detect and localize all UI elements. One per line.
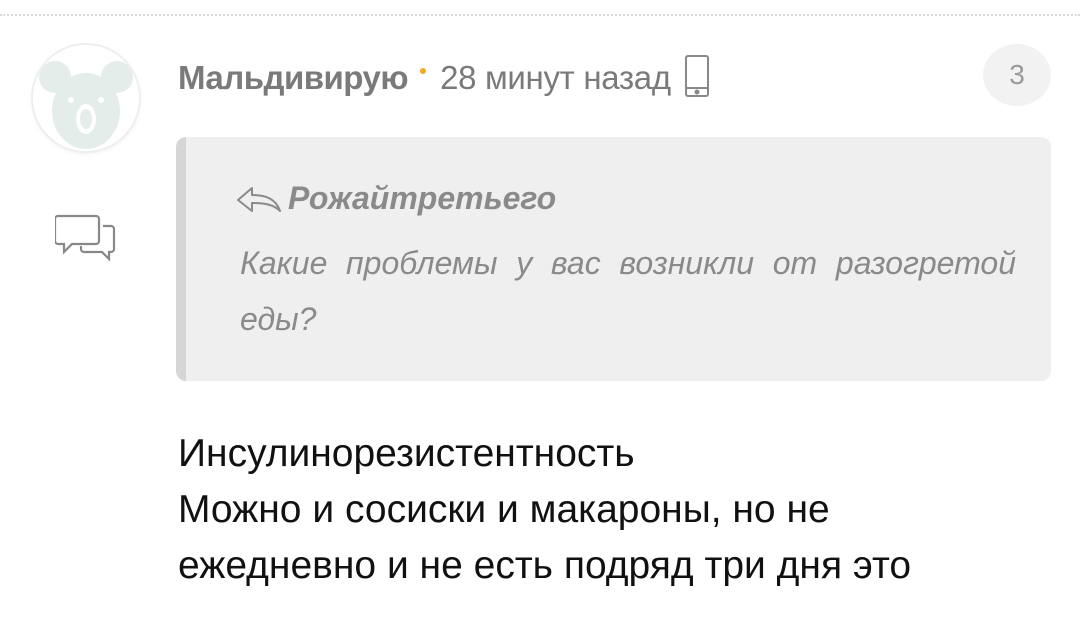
author-name[interactable]: Мальдивирую bbox=[178, 59, 409, 97]
comment-timestamp[interactable]: 28 минут назад bbox=[440, 59, 671, 97]
separator-dot bbox=[420, 68, 427, 74]
quote-text: Какие проблемы у вас возникли от разогре… bbox=[240, 245, 1016, 337]
comment-header: Мальдивирую 28 минут назад bbox=[178, 54, 711, 103]
comment-body: Инсулинорезистентность Можно и сосиски и… bbox=[178, 426, 1058, 594]
quote-author: Рожайтретьего bbox=[288, 180, 557, 216]
smartphone-icon bbox=[684, 54, 709, 97]
koala-avatar-icon bbox=[33, 45, 139, 151]
avatar[interactable] bbox=[33, 45, 139, 151]
comment-rating[interactable]: 3 bbox=[983, 44, 1051, 106]
device-indicator bbox=[683, 54, 711, 103]
speech-bubbles-icon bbox=[53, 214, 116, 262]
comment-body-line: Инсулинорезистентность bbox=[178, 432, 635, 475]
reply-arrow-icon bbox=[237, 186, 281, 212]
quoted-comment[interactable]: Рожайтретьего Какие проблемы у вас возни… bbox=[176, 137, 1051, 381]
comment-body-line: ежедневно и не есть подряд три дня это bbox=[178, 544, 912, 587]
top-divider bbox=[0, 14, 1080, 16]
quote-author-row: Рожайтретьего bbox=[236, 180, 556, 217]
comment-body-line: Можно и сосиски и макароны, но не bbox=[178, 488, 830, 531]
reply-button[interactable] bbox=[53, 212, 117, 269]
